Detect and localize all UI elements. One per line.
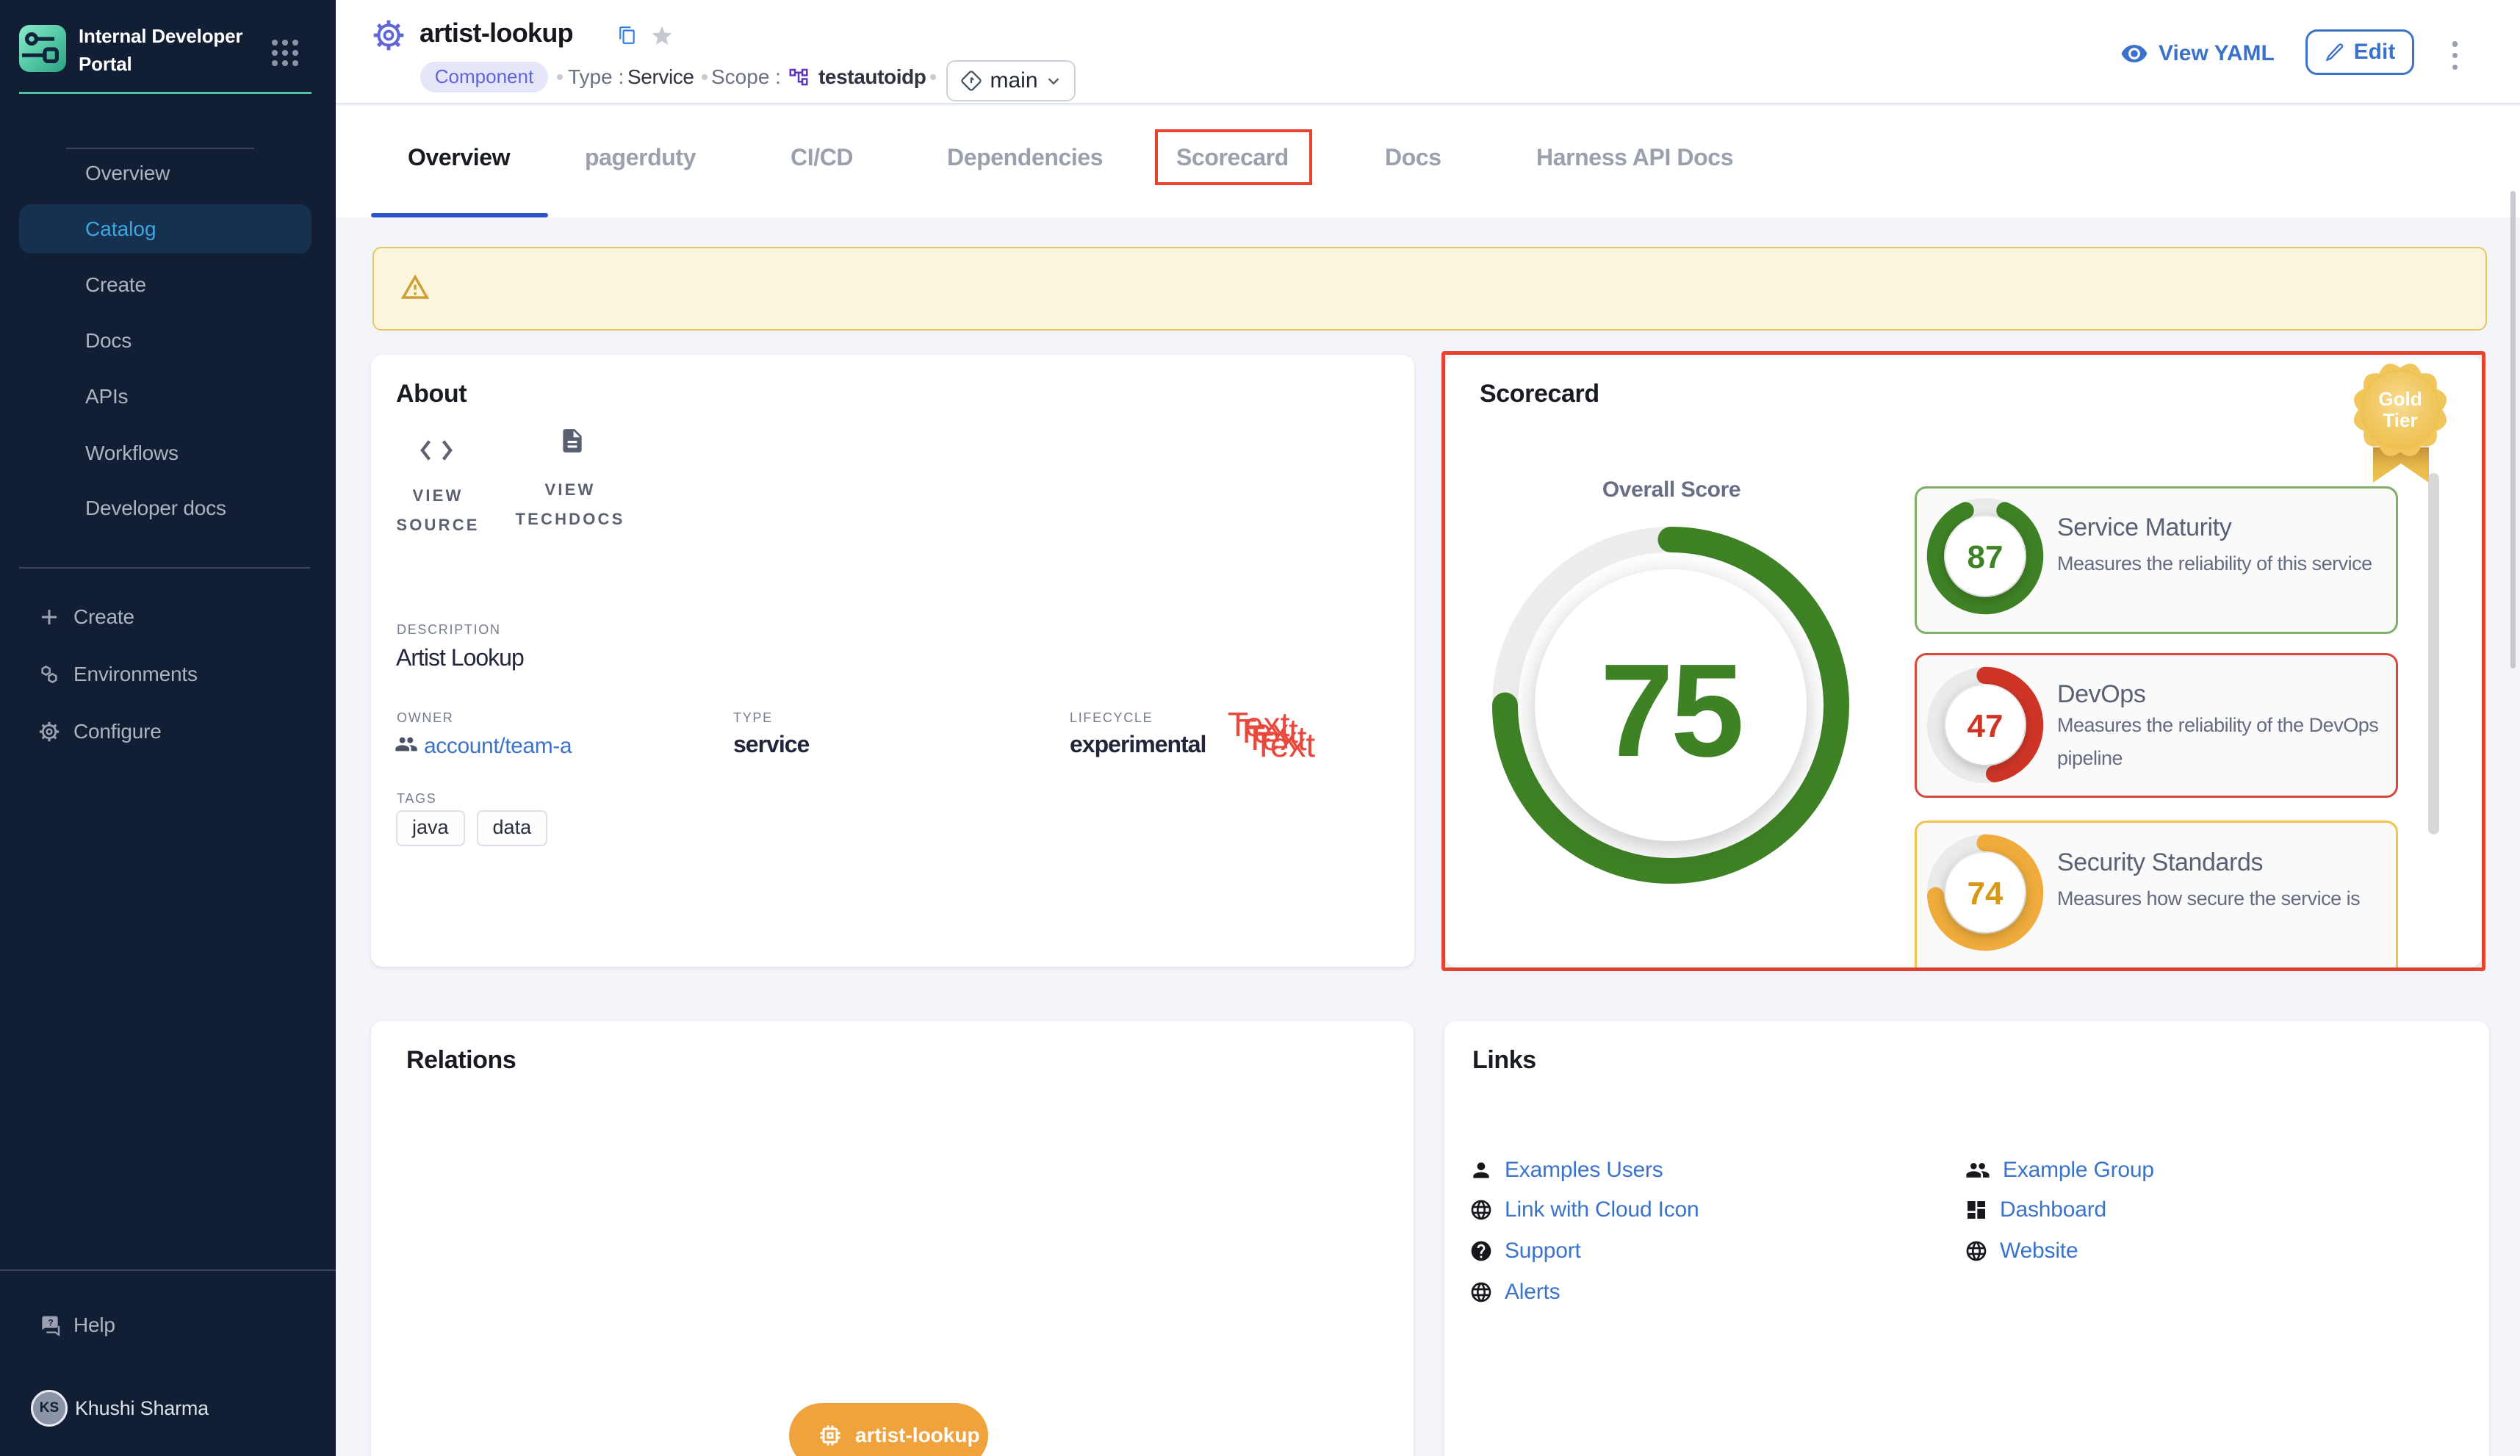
svg-text:74: 74 [1968, 876, 2004, 912]
svg-text:Tier: Tier [2383, 409, 2417, 431]
svg-text:87: 87 [1968, 539, 2004, 575]
svg-text:47: 47 [1968, 708, 2004, 744]
svg-text:?: ? [48, 1317, 53, 1327]
svg-text:Gold: Gold [2378, 388, 2422, 410]
